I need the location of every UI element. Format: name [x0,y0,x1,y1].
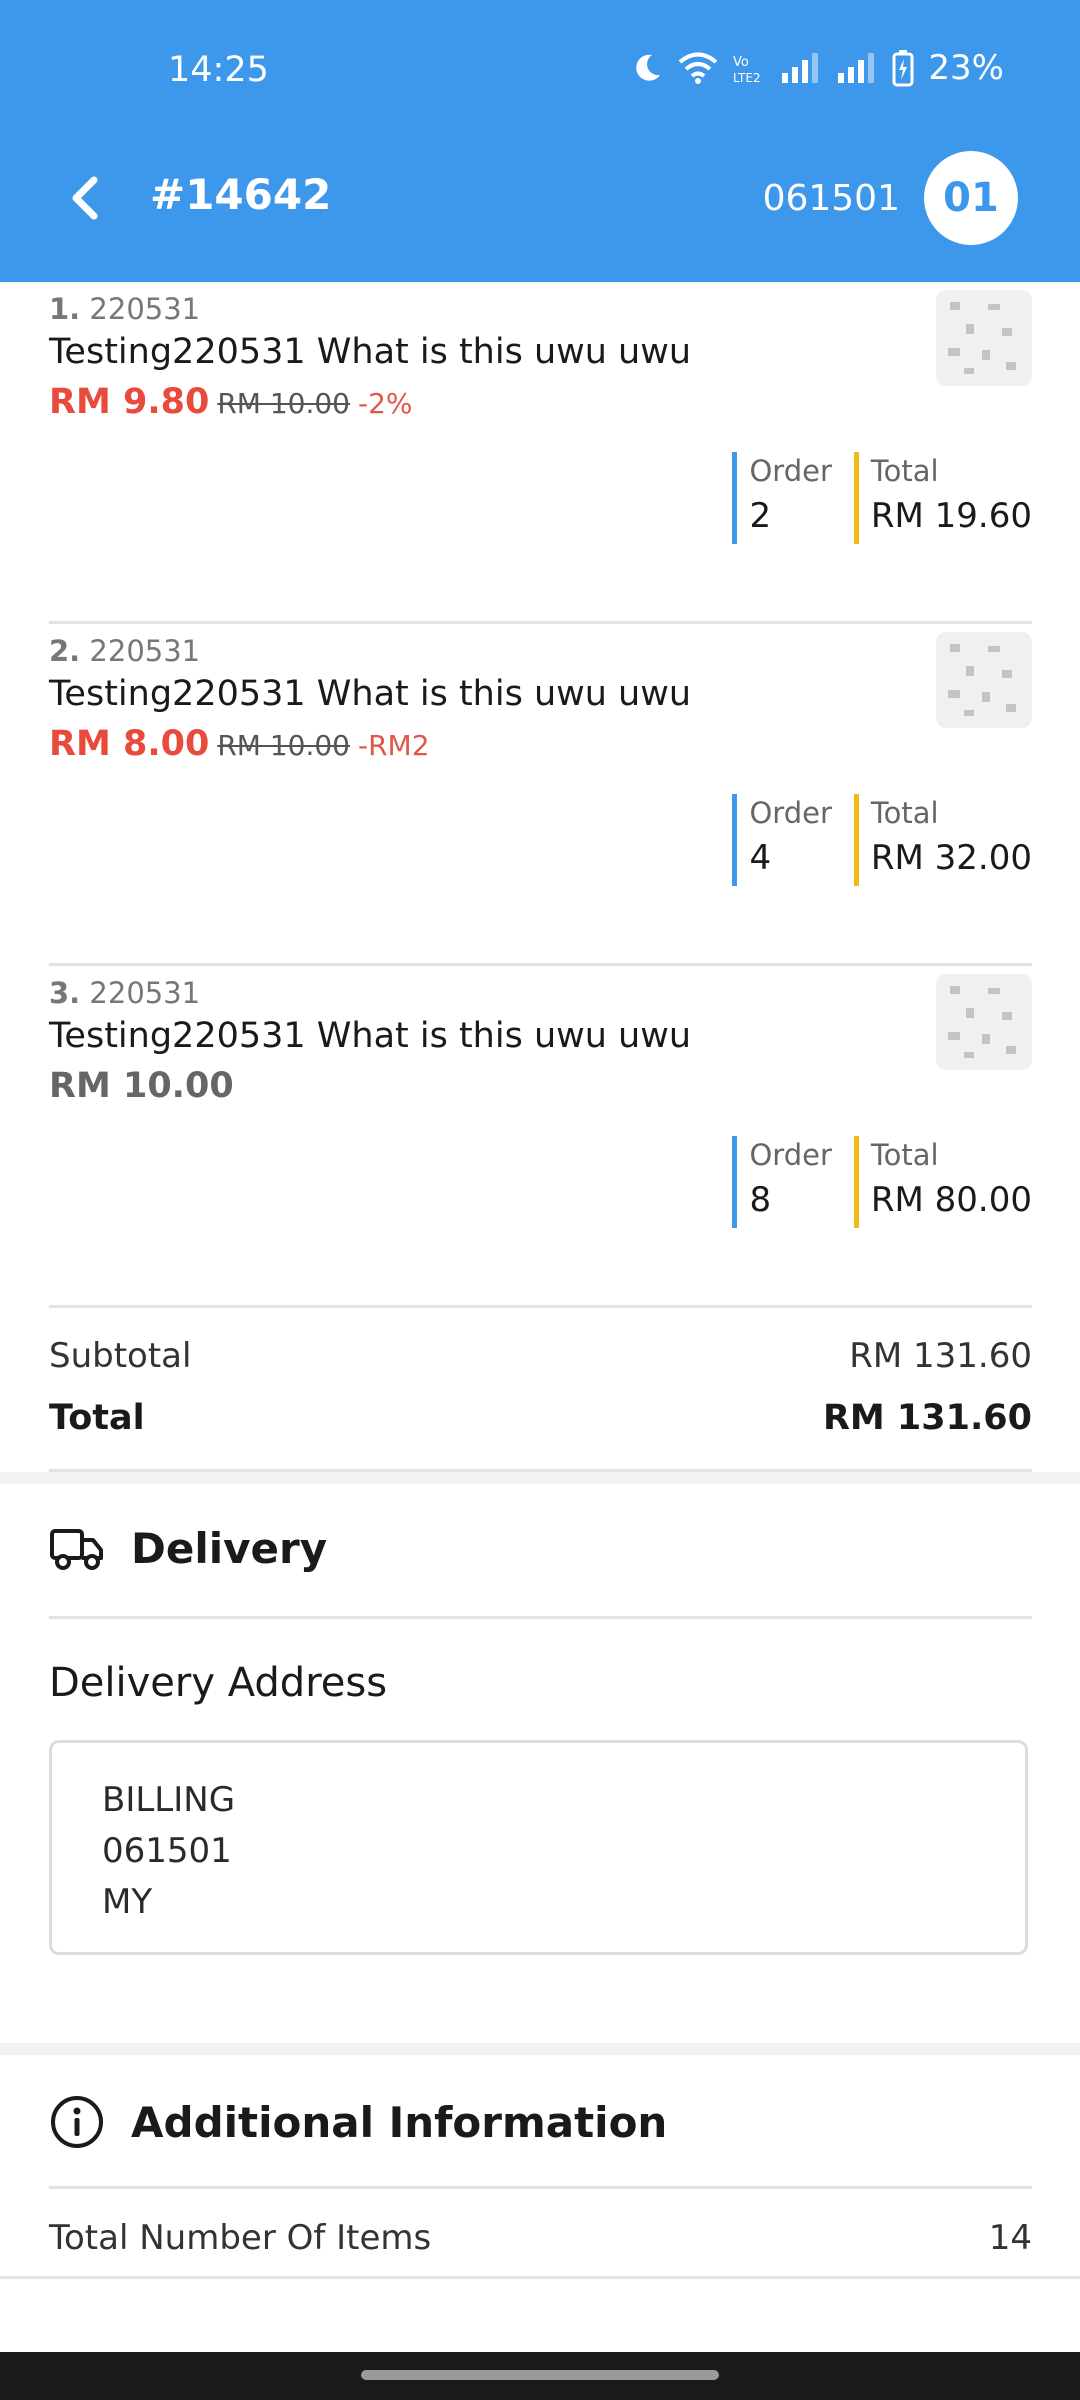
battery-icon [892,50,914,87]
item-total: RM 80.00 [870,1180,1032,1220]
total-items-label: Total Number Of Items [49,2218,432,2258]
list-item[interactable]: 3. 220531 Testing220531 What is this uwu… [49,966,1032,1307]
total-label: Total [870,796,939,830]
item-code: 220531 [89,634,201,668]
item-discount: -2% [358,387,413,420]
item-index: 2. [49,634,81,668]
total-items-row: Total Number Of Items 14 [49,2218,1032,2258]
price-line: RM 8.00 RM 10.00 -RM2 [49,724,430,764]
back-arrow-icon [72,176,98,220]
additional-info-header: Additional Information [49,2094,667,2150]
item-discount: -RM2 [358,729,430,762]
item-price: RM 9.80 [49,382,210,422]
delivery-header: Delivery [49,1524,327,1573]
item-index: 3. [49,976,81,1010]
order-qty-block: Order 8 [732,1136,832,1228]
system-nav-bar [0,2352,1080,2400]
back-button[interactable] [62,166,114,230]
item-number: 2. 220531 [49,634,200,668]
svg-text:LTE2: LTE2 [733,71,761,85]
order-qty: 8 [749,1180,772,1220]
subtotal-row: Subtotal RM 131.60 [49,1336,1032,1376]
address-line: MY [102,1882,153,1922]
divider [0,2276,1080,2279]
volte-icon: VoLTE2 [733,55,761,85]
table-badge: 01 [924,151,1018,245]
battery-percent: 23% [928,48,1004,88]
section-gap [0,1472,1080,1484]
item-code: 220531 [89,292,201,326]
item-original-price: RM 10.00 [217,729,350,762]
order-number: #14642 [150,170,332,219]
total-label: Total [870,454,939,488]
svg-text:Vo: Vo [733,55,749,70]
delivery-address-title: Delivery Address [49,1660,388,1706]
subtotal-value: RM 131.60 [849,1336,1032,1376]
list-item[interactable]: 1. 220531 Testing220531 What is this uwu… [49,282,1032,623]
item-total-block: Total RM 19.60 [853,452,1032,544]
total-value: RM 131.60 [822,1398,1032,1438]
total-items-count: 14 [988,2218,1032,2258]
customer-code: 061501 [762,178,900,219]
item-total: RM 32.00 [870,838,1032,878]
order-label: Order [749,454,832,488]
item-name: Testing220531 What is this uwu uwu [49,1016,692,1056]
divider [49,1305,1032,1308]
subtotal-label: Subtotal [49,1336,192,1376]
info-icon [51,2096,103,2148]
order-qty: 4 [749,838,772,878]
item-index: 1. [49,292,81,326]
moon-icon [636,54,661,81]
price-line: RM 9.80 RM 10.00 -2% [49,382,413,422]
total-row: Total RM 131.60 [49,1398,1032,1438]
item-total-block: Total RM 32.00 [853,794,1032,886]
order-qty-block: Order 4 [732,794,832,886]
item-name: Testing220531 What is this uwu uwu [49,674,692,714]
item-metrics: Order 8 Total RM 80.00 [732,1136,1032,1228]
section-gap [0,2043,1080,2055]
wifi-icon [679,52,718,84]
delivery-address-box: BILLING 061501 MY [49,1740,1028,1955]
order-qty: 2 [749,496,772,536]
product-image[interactable] [936,290,1032,386]
item-original-price: RM 10.00 [217,387,350,420]
divider [49,1616,1032,1619]
item-number: 1. 220531 [49,292,200,326]
total-label: Total [49,1398,145,1438]
status-time: 14:25 [168,50,269,90]
total-label: Total [870,1138,939,1172]
order-label: Order [749,796,832,830]
list-item[interactable]: 2. 220531 Testing220531 What is this uwu… [49,624,1032,965]
signal-icon [782,53,819,83]
order-qty-block: Order 2 [732,452,832,544]
item-price: RM 10.00 [49,1066,234,1106]
item-name: Testing220531 What is this uwu uwu [49,332,692,372]
product-image[interactable] [936,974,1032,1070]
item-price: RM 8.00 [49,724,210,764]
price-line: RM 10.00 [49,1066,234,1106]
delivery-heading: Delivery [131,1524,328,1573]
item-metrics: Order 4 Total RM 32.00 [732,794,1032,886]
item-number: 3. 220531 [49,976,200,1010]
address-line: 061501 [102,1831,232,1871]
additional-info-heading: Additional Information [131,2097,668,2147]
product-image[interactable] [936,632,1032,728]
app-bar: 14:25 Vo LTE2 23% #14642 061501 01 [0,0,1080,282]
item-total-block: Total RM 80.00 [853,1136,1032,1228]
signal-icon [838,53,875,83]
home-gesture-handle[interactable] [361,2370,719,2380]
item-total: RM 19.60 [870,496,1032,536]
address-line: BILLING [102,1780,236,1820]
order-label: Order [749,1138,832,1172]
truck-icon [50,1528,103,1570]
status-icons: Vo LTE2 23% [630,48,1004,88]
divider [49,2186,1032,2189]
item-metrics: Order 2 Total RM 19.60 [732,452,1032,544]
item-code: 220531 [89,976,201,1010]
